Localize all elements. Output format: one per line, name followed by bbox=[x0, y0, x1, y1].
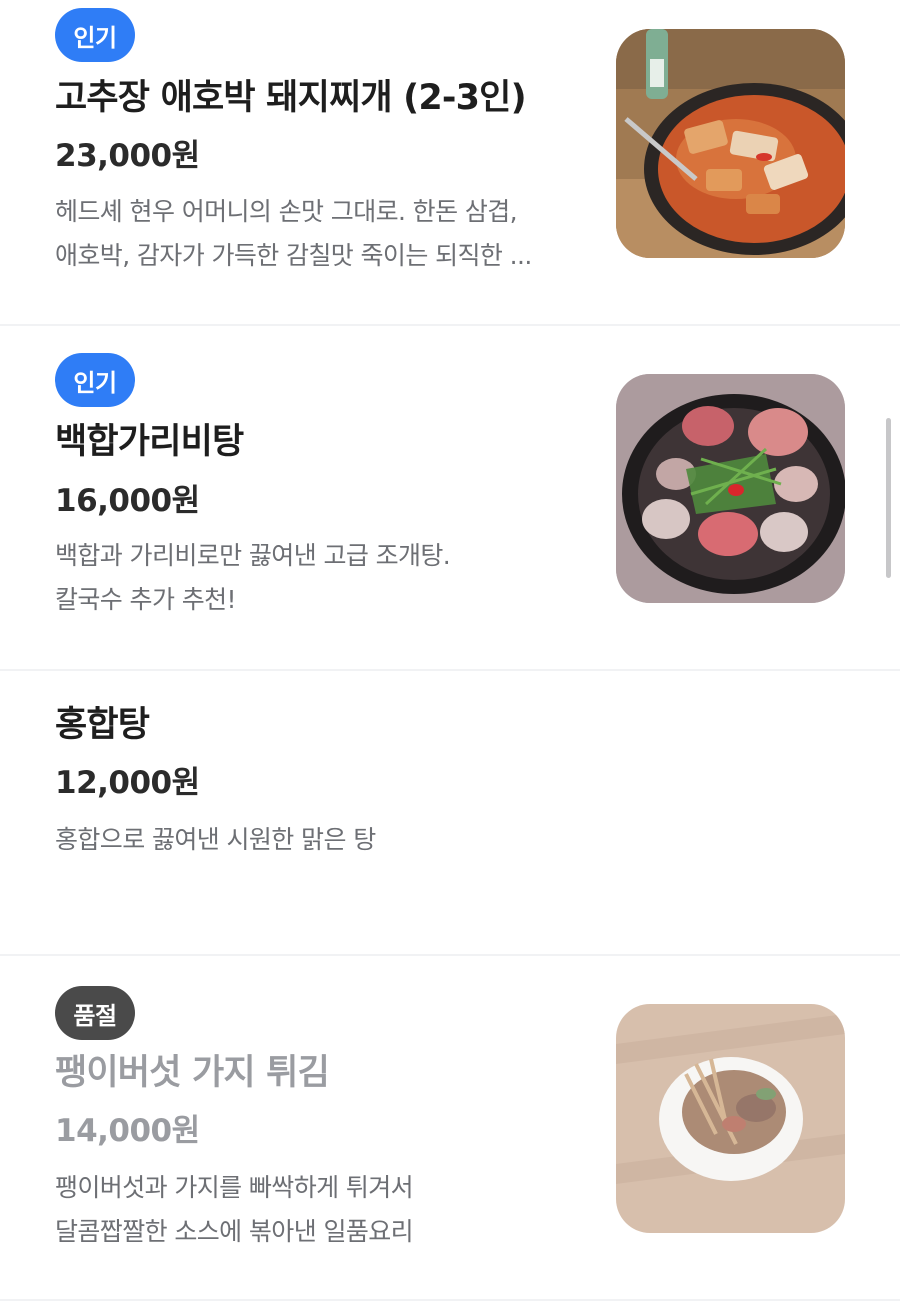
popular-badge: 인기 bbox=[55, 8, 135, 62]
description-line: 헤드셰 현우 어머니의 손맛 그대로. 한돈 삼겹, bbox=[55, 197, 518, 226]
description-line: 백합과 가리비로만 끓여낸 고급 조개탕. bbox=[55, 541, 451, 570]
pork-stew-thumbnail[interactable] bbox=[616, 29, 845, 258]
clam-soup-thumbnail[interactable] bbox=[616, 374, 845, 603]
menu-item[interactable]: 홍합탕 12,000원 홍합으로 끓여낸 시원한 맑은 탕 bbox=[0, 671, 900, 954]
description-line: 칼국수 추가 추천! bbox=[55, 585, 237, 614]
menu-item[interactable]: 인기 고추장 애호박 돼지찌개 (2-3인) 23,000원 헤드셰 현우 어머… bbox=[0, 0, 900, 324]
menu-item-price: 23,000원 bbox=[55, 138, 200, 174]
description-line: 팽이버섯과 가지를 빠싹하게 튀겨서 bbox=[55, 1173, 414, 1202]
menu-item-name: 백합가리비탕 bbox=[55, 422, 244, 462]
menu-item-description: 백합과 가리비로만 끓여낸 고급 조개탕. 칼국수 추가 추천! bbox=[55, 534, 590, 622]
menu-item-name: 팽이버섯 가지 튀김 bbox=[55, 1053, 330, 1093]
description-line: 달콤짭짤한 소스에 볶아낸 일품요리 bbox=[55, 1217, 414, 1246]
enoki-fry-thumbnail[interactable] bbox=[616, 1004, 845, 1233]
description-line: 홍합으로 끓여낸 시원한 맑은 탕 bbox=[55, 825, 376, 854]
menu-item-price: 12,000원 bbox=[55, 765, 200, 801]
menu-item-description: 팽이버섯과 가지를 빠싹하게 튀겨서 달콤짭짤한 소스에 볶아낸 일품요리 bbox=[55, 1166, 590, 1254]
popular-badge: 인기 bbox=[55, 353, 135, 407]
menu-item[interactable]: 품절 팽이버섯 가지 튀김 14,000원 팽이버섯과 가지를 빠싹하게 튀겨서… bbox=[0, 956, 900, 1299]
menu-item-description: 홍합으로 끓여낸 시원한 맑은 탕 bbox=[55, 818, 590, 862]
menu-item-description: 헤드셰 현우 어머니의 손맛 그대로. 한돈 삼겹, 애호박, 감자가 가득한 … bbox=[55, 190, 590, 278]
menu-list: 인기 고추장 애호박 돼지찌개 (2-3인) 23,000원 헤드셰 현우 어머… bbox=[0, 0, 900, 1311]
menu-item[interactable]: 인기 백합가리비탕 16,000원 백합과 가리비로만 끓여낸 고급 조개탕. … bbox=[0, 326, 900, 669]
menu-item-price: 14,000원 bbox=[55, 1113, 200, 1149]
soldout-badge: 품절 bbox=[55, 986, 135, 1040]
menu-item-price: 16,000원 bbox=[55, 483, 200, 519]
menu-item-name: 고추장 애호박 돼지찌개 (2-3인) bbox=[55, 78, 527, 118]
divider bbox=[0, 1299, 900, 1301]
menu-item-name: 홍합탕 bbox=[55, 705, 150, 745]
scrollbar-thumb[interactable] bbox=[886, 418, 891, 578]
description-line: 애호박, 감자가 가득한 감칠맛 죽이는 되직한 ... bbox=[55, 241, 532, 270]
